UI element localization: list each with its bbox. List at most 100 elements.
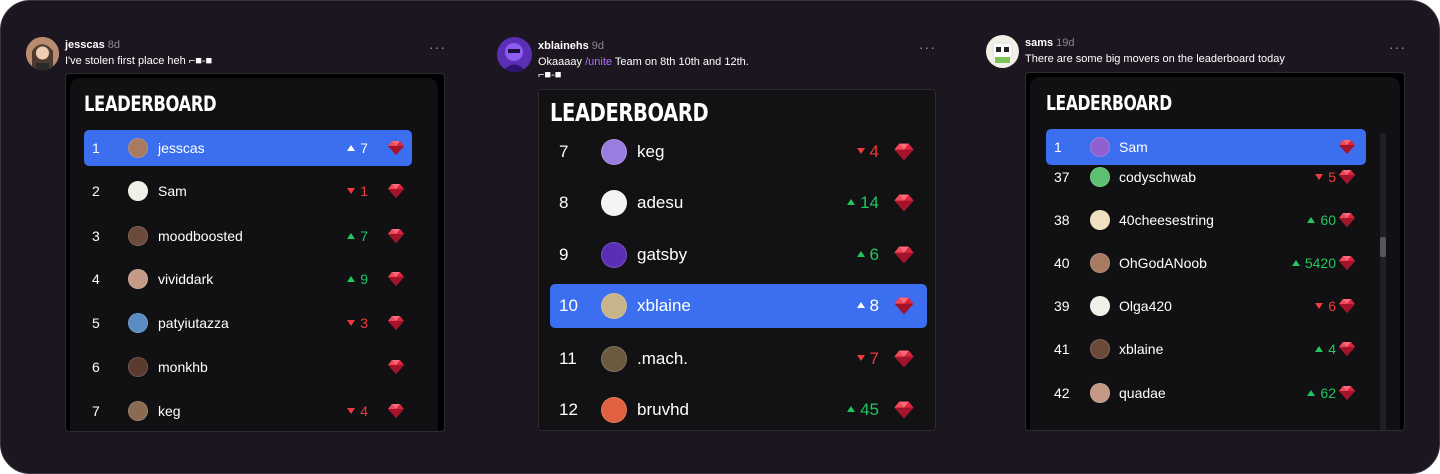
- user-avatar[interactable]: [128, 181, 148, 201]
- scrollbar-thumb[interactable]: [1380, 237, 1386, 257]
- leaderboard-row[interactable]: 1 Sam: [1046, 129, 1366, 165]
- leaderboard-row[interactable]: 4 vividdark 9: [84, 261, 412, 297]
- user-name[interactable]: xblaine: [1119, 341, 1163, 357]
- user-avatar[interactable]: [1090, 383, 1110, 403]
- user-name[interactable]: 40cheesestring: [1119, 212, 1214, 228]
- post-username[interactable]: jesscas 8d: [65, 39, 120, 51]
- leaderboard-row[interactable]: 6 monkhb: [84, 349, 412, 385]
- post-username[interactable]: sams 19d: [1025, 37, 1075, 49]
- user-avatar[interactable]: [1090, 339, 1110, 359]
- leaderboard-row[interactable]: 40 OhGodANoob 5420: [1046, 245, 1366, 281]
- user-name[interactable]: moodboosted: [158, 228, 243, 244]
- arrow-down-icon: [1315, 302, 1324, 309]
- user-name[interactable]: bruvhd: [637, 400, 689, 420]
- leaderboard-row[interactable]: 42 quadae 62: [1046, 375, 1366, 411]
- user-avatar[interactable]: [601, 346, 627, 372]
- user-name[interactable]: jesscas: [158, 140, 205, 156]
- gem-badge: [386, 313, 406, 338]
- rank-number: 3: [92, 227, 100, 244]
- leaderboard-row[interactable]: 39 Olga420 6: [1046, 288, 1366, 324]
- user-name[interactable]: Sam: [158, 183, 187, 199]
- ruby-gem-icon: [894, 143, 914, 161]
- user-name[interactable]: vividdark: [158, 271, 213, 287]
- user-name[interactable]: keg: [158, 403, 181, 419]
- user-name[interactable]: monkhb: [158, 359, 208, 375]
- user-name[interactable]: Olga420: [1119, 298, 1172, 314]
- user-avatar[interactable]: [1090, 210, 1110, 230]
- username[interactable]: jesscas: [65, 39, 105, 51]
- avatar[interactable]: [497, 37, 532, 72]
- leaderboard-row[interactable]: 7 keg 4: [84, 393, 412, 429]
- user-name[interactable]: codyschwab: [1119, 169, 1196, 185]
- leaderboard-row[interactable]: 11 .mach. 7: [550, 337, 927, 381]
- user-avatar[interactable]: [128, 226, 148, 246]
- avatar[interactable]: [986, 35, 1019, 68]
- gem-badge: [1337, 253, 1357, 278]
- user-avatar[interactable]: [128, 269, 148, 289]
- ruby-gem-icon: [1339, 140, 1355, 154]
- leaderboard-row[interactable]: 2 Sam 1: [84, 173, 412, 209]
- gem-badge: [1337, 296, 1357, 321]
- user-avatar[interactable]: [128, 313, 148, 333]
- user-avatar[interactable]: [1090, 137, 1110, 157]
- username[interactable]: sams: [1025, 37, 1053, 49]
- arrow-up-icon: [1315, 345, 1324, 352]
- ruby-gem-icon: [388, 184, 404, 198]
- more-options-button[interactable]: ···: [919, 40, 936, 54]
- user-avatar[interactable]: [1090, 253, 1110, 273]
- rank-change: 7: [856, 349, 879, 369]
- leaderboard-row[interactable]: 38 40cheesestring 60: [1046, 202, 1366, 238]
- leaderboard-row[interactable]: 12 bruvhd 45: [550, 388, 927, 430]
- post-username[interactable]: xblainehs 9d: [538, 40, 604, 52]
- user-avatar[interactable]: [601, 139, 627, 165]
- user-avatar[interactable]: [601, 397, 627, 423]
- rank-number: 42: [1054, 384, 1070, 401]
- rank-number: 9: [559, 244, 569, 264]
- rank-number: 12: [559, 399, 578, 419]
- rank-number: 40: [1054, 254, 1070, 271]
- user-avatar[interactable]: [601, 242, 627, 268]
- arrow-down-icon: [1315, 173, 1324, 180]
- avatar[interactable]: [26, 37, 59, 70]
- user-avatar[interactable]: [1090, 167, 1110, 187]
- username[interactable]: xblainehs: [538, 40, 589, 52]
- user-name[interactable]: patyiutazza: [158, 315, 229, 331]
- user-avatar[interactable]: [128, 357, 148, 377]
- user-name[interactable]: keg: [637, 142, 664, 162]
- user-name[interactable]: OhGodANoob: [1119, 255, 1207, 271]
- gem-badge: [892, 140, 916, 169]
- more-options-button[interactable]: ···: [1389, 40, 1406, 54]
- user-name[interactable]: Sam: [1119, 139, 1148, 155]
- gem-badge: [892, 347, 916, 376]
- leaderboard-row[interactable]: 9 gatsby 6: [550, 233, 927, 277]
- rank-number: 7: [92, 402, 100, 419]
- arrow-up-icon: [1291, 259, 1300, 266]
- user-name[interactable]: gatsby: [637, 245, 687, 265]
- mention-link[interactable]: /unite: [585, 56, 612, 68]
- user-avatar[interactable]: [601, 190, 627, 216]
- user-avatar[interactable]: [1090, 296, 1110, 316]
- user-avatar[interactable]: [601, 293, 627, 319]
- user-avatar[interactable]: [128, 138, 148, 158]
- more-options-button[interactable]: ···: [429, 40, 446, 54]
- post-time: 8d: [107, 39, 121, 51]
- leaderboard-row[interactable]: 41 xblaine 4: [1046, 331, 1366, 367]
- leaderboard-row[interactable]: 8 adesu 14: [550, 181, 927, 225]
- leaderboard-row[interactable]: 3 moodboosted 7: [84, 218, 412, 254]
- arrow-up-icon: [347, 144, 356, 151]
- leaderboard-row[interactable]: 10 xblaine 8: [550, 284, 927, 328]
- ruby-gem-icon: [894, 194, 914, 212]
- user-name[interactable]: .mach.: [637, 349, 688, 369]
- user-name[interactable]: quadae: [1119, 385, 1166, 401]
- user-name[interactable]: xblaine: [637, 296, 691, 316]
- leaderboard-row[interactable]: 7 keg 4: [550, 130, 927, 174]
- user-avatar[interactable]: [128, 401, 148, 421]
- user-name[interactable]: adesu: [637, 193, 683, 213]
- leaderboard-row[interactable]: 1 jesscas 7: [84, 130, 412, 166]
- leaderboard-row[interactable]: 5 patyiutazza 3: [84, 305, 412, 341]
- leaderboard: LEADERBOARD 1 Sam 37 codyschwab 5 38 40cheeses…: [1030, 77, 1400, 430]
- arrow-down-icon: [856, 148, 865, 155]
- ruby-gem-icon: [388, 360, 404, 374]
- ruby-gem-icon: [1339, 213, 1355, 227]
- scrollbar[interactable]: [1380, 133, 1386, 430]
